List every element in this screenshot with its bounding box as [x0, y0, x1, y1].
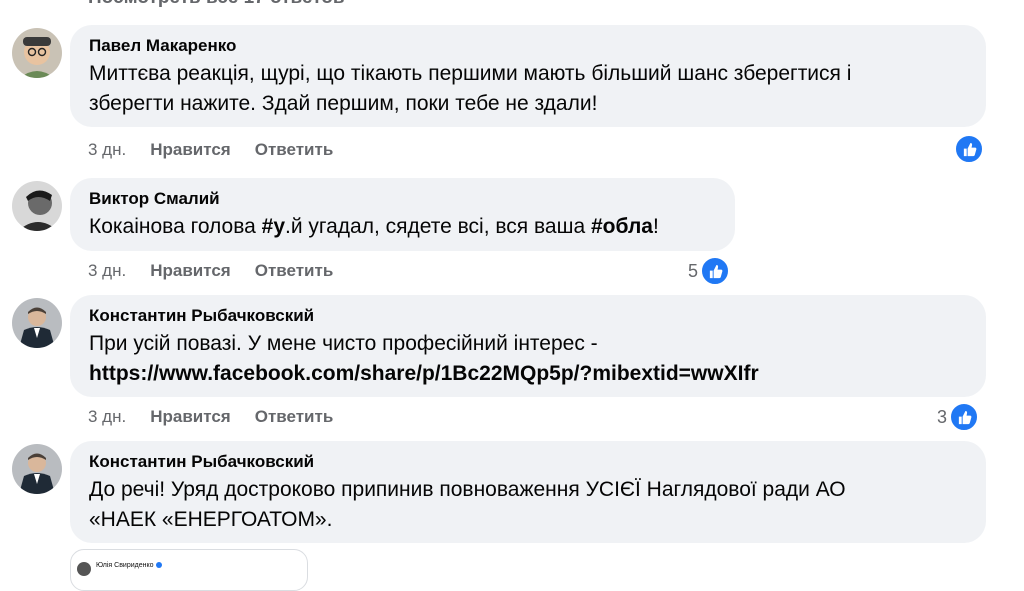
reaction-count[interactable]: 5 — [688, 256, 731, 286]
comment-bubble: Константин Рыбачковский До речі! Уряд до… — [70, 441, 986, 543]
comment-time[interactable]: 3 дн. — [88, 261, 126, 281]
verified-badge-icon — [155, 562, 162, 569]
like-button[interactable]: Нравится — [150, 140, 231, 160]
avatar[interactable] — [12, 298, 62, 348]
attachment-avatar — [77, 562, 91, 576]
like-icon — [949, 402, 980, 432]
avatar[interactable] — [12, 181, 62, 231]
avatar[interactable] — [12, 28, 62, 78]
reply-button[interactable]: Ответить — [255, 407, 334, 427]
reaction-count[interactable] — [954, 134, 984, 164]
comment-text: Кокаінова голова #у.й угадал, сядете всі… — [89, 215, 659, 238]
comment-actions: 3 дн. Нравится Ответить — [88, 261, 333, 281]
comment-actions: 3 дн. Нравится Ответить — [88, 140, 333, 160]
hashtag[interactable]: #обла — [591, 215, 653, 238]
comment-bubble: Константин Рыбачковский При усій повазі.… — [70, 295, 986, 397]
comment-text: Миттєва реакція, щурі, що тікають першим… — [89, 62, 852, 115]
comment-text: При усій повазі. У мене чисто професійни… — [89, 329, 967, 389]
reply-button[interactable]: Ответить — [255, 140, 334, 160]
comment-bubble: Павел Макаренко Миттєва реакція, щурі, щ… — [70, 25, 986, 127]
reply-button[interactable]: Ответить — [255, 261, 334, 281]
comment-time[interactable]: 3 дн. — [88, 407, 126, 427]
avatar[interactable] — [12, 444, 62, 494]
like-icon — [954, 134, 984, 164]
like-icon — [700, 256, 731, 286]
comment-bubble: Виктор Смалий Кокаінова голова #у.й угад… — [70, 178, 735, 251]
comment-text: До речі! Уряд достроково припинив повнов… — [89, 478, 846, 531]
comment-author[interactable]: Виктор Смалий — [89, 188, 716, 210]
comment-author[interactable]: Павел Макаренко — [89, 35, 967, 57]
attachment-author: Юлія Свириденко — [96, 562, 162, 569]
reaction-count[interactable]: 3 — [937, 402, 980, 432]
like-button[interactable]: Нравится — [150, 407, 231, 427]
reaction-number: 3 — [937, 406, 948, 427]
comment-author[interactable]: Константин Рыбачковский — [89, 305, 967, 327]
view-all-replies-link[interactable]: Посмотреть все 17 ответов — [88, 0, 345, 9]
hashtag[interactable]: #у — [262, 215, 285, 238]
comment-link[interactable]: https://www.facebook.com/share/p/1Bc22MQ… — [89, 359, 967, 389]
comment-actions: 3 дн. Нравится Ответить — [88, 407, 333, 427]
attachment-preview[interactable]: Юлія Свириденко — [70, 549, 308, 591]
reaction-number: 5 — [688, 260, 699, 281]
comment-time[interactable]: 3 дн. — [88, 140, 126, 160]
comment-author[interactable]: Константин Рыбачковский — [89, 451, 967, 473]
like-button[interactable]: Нравится — [150, 261, 231, 281]
